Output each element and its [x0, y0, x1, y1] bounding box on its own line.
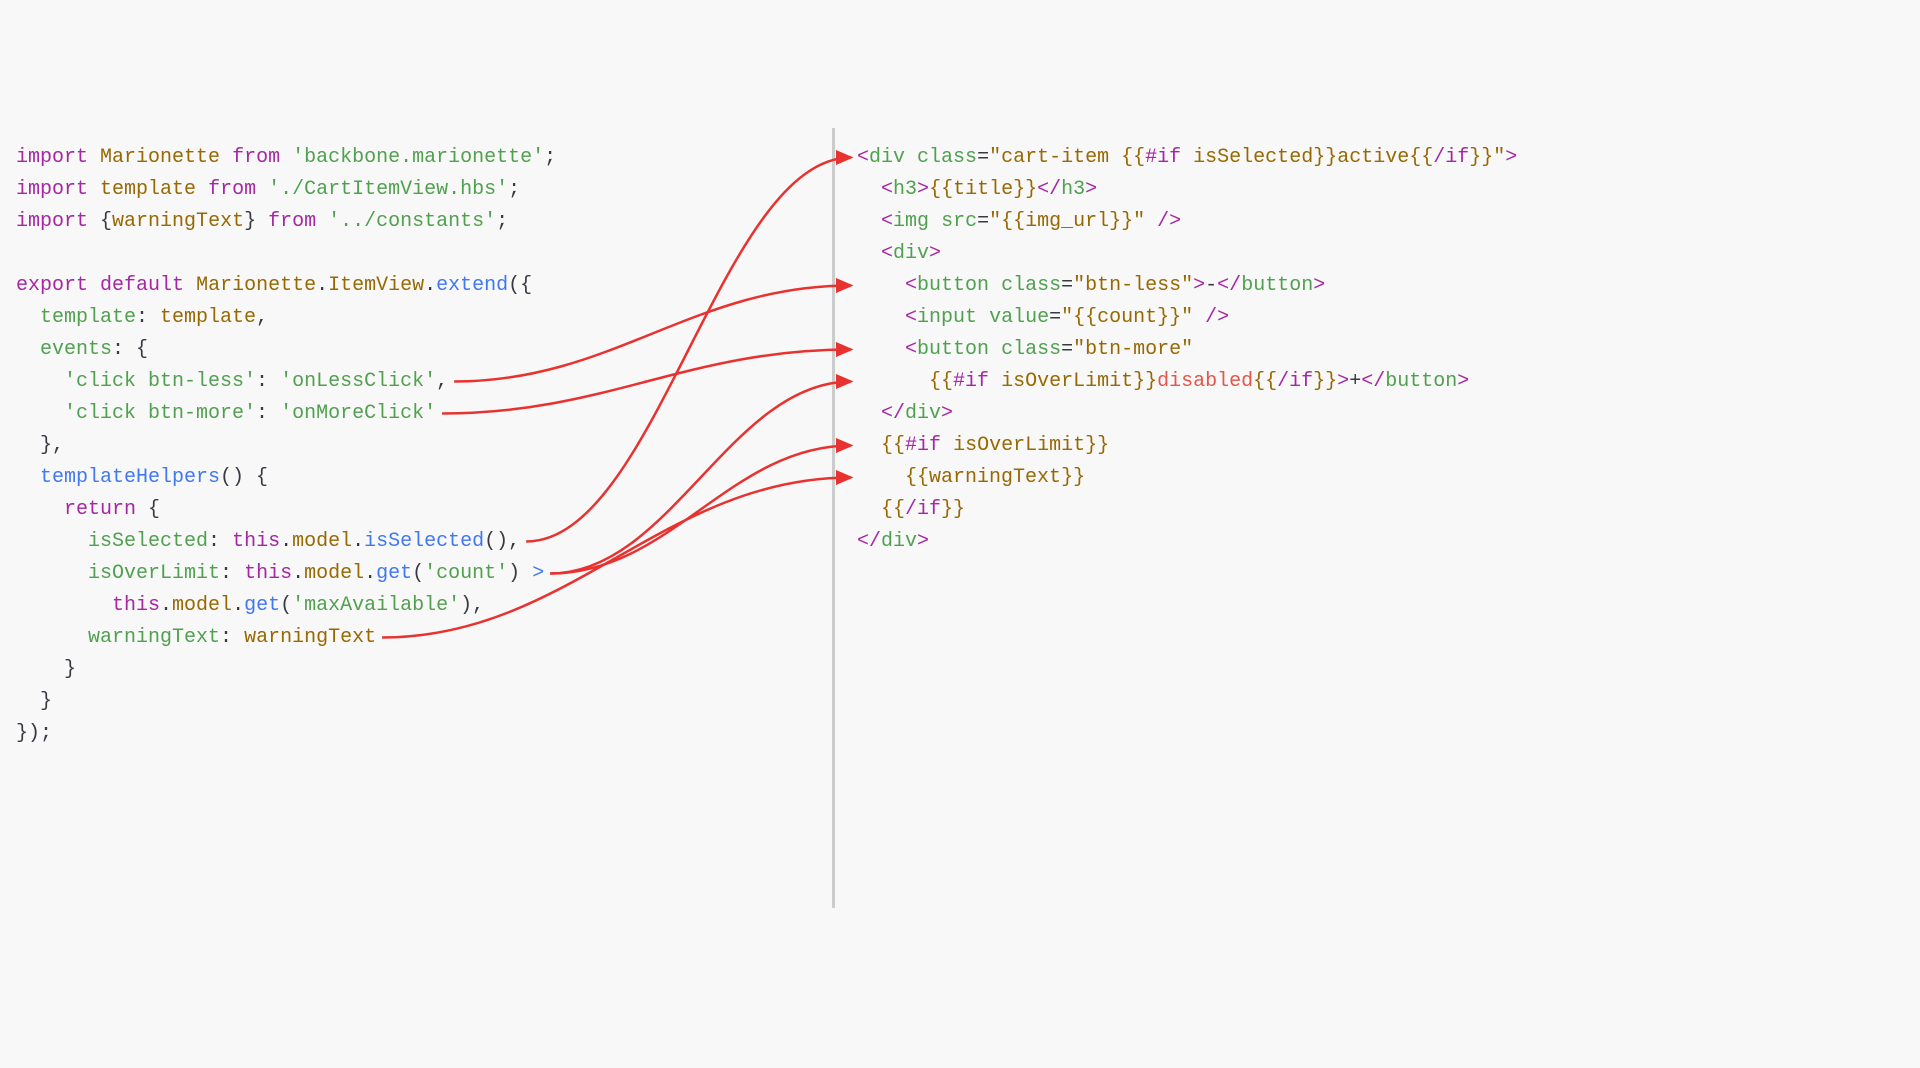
code-line: } [16, 690, 52, 713]
code-line-click-btn-less: 'click btn-less': 'onLessClick', [16, 370, 448, 393]
template-line-btn-less: <button class="btn-less">-</button> [857, 274, 1325, 297]
code-line: export default Marionette.ItemView.exten… [16, 274, 532, 297]
template-line-div-cartitem: <div class="cart-item {{#if isSelected}}… [857, 146, 1517, 169]
code-line: }); [16, 722, 52, 745]
code-line: events: { [16, 338, 148, 361]
right-template-pane: <div class="cart-item {{#if isSelected}}… [835, 128, 1533, 908]
code-line: template: template, [16, 306, 268, 329]
code-line-warningtext: warningText: warningText [16, 626, 376, 649]
template-line: <input value="{{count}}" /> [857, 306, 1229, 329]
code-line-click-btn-more: 'click btn-more': 'onMoreClick' [16, 402, 436, 425]
code-line: templateHelpers() { [16, 466, 268, 489]
template-line: </div> [857, 402, 953, 425]
template-line: <div> [857, 242, 941, 265]
code-comparison-diagram: import Marionette from 'backbone.marione… [0, 128, 1920, 908]
code-line: }, [16, 434, 64, 457]
left-code-pane: import Marionette from 'backbone.marione… [0, 128, 835, 908]
template-line: <h3>{{title}}</h3> [857, 178, 1097, 201]
template-line-disabled: {{#if isOverLimit}}disabled{{/if}}>+</bu… [857, 370, 1469, 393]
code-line-isselected: isSelected: this.model.isSelected(), [16, 530, 520, 553]
template-line: <img src="{{img_url}}" /> [857, 210, 1181, 233]
template-line: {{/if}} [857, 498, 965, 521]
template-line-btn-more: <button class="btn-more" [857, 338, 1193, 361]
code-line: return { [16, 498, 160, 521]
code-line-isoverlimit: isOverLimit: this.model.get('count') > [16, 562, 544, 585]
code-line: import Marionette from 'backbone.marione… [16, 146, 556, 169]
template-line-if-overlimit: {{#if isOverLimit}} [857, 434, 1109, 457]
template-line: </div> [857, 530, 929, 553]
code-line: this.model.get('maxAvailable'), [16, 594, 484, 617]
code-line: import template from './CartItemView.hbs… [16, 178, 520, 201]
code-line: import {warningText} from '../constants'… [16, 210, 508, 233]
code-line: } [16, 658, 76, 681]
template-line-warningtext: {{warningText}} [857, 466, 1085, 489]
